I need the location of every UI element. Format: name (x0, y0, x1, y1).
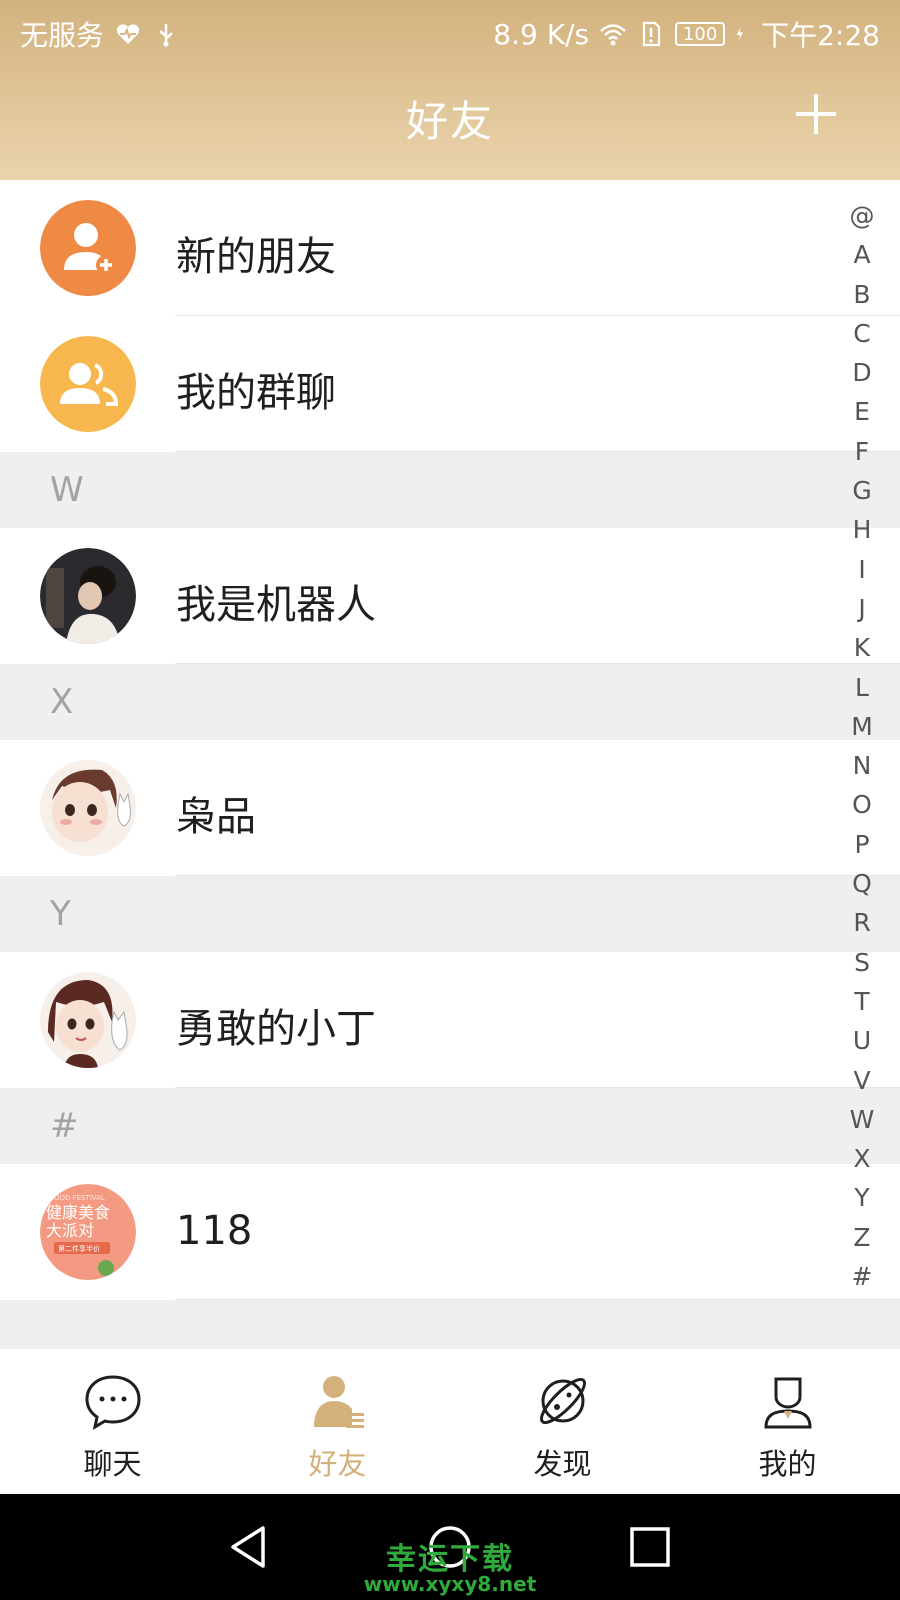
section-header-y: Y (0, 876, 900, 952)
tab-label: 聊天 (83, 1447, 142, 1481)
tab-me[interactable]: 我的 (675, 1349, 900, 1494)
index-letter[interactable]: C (853, 314, 870, 353)
alphabet-index-bar[interactable]: @ A B C D E F G H I J K L M N O P Q R S T U V W X Y Z # (844, 196, 880, 1296)
chat-bubble-icon (84, 1375, 141, 1431)
clock: 下午2:28 (761, 19, 880, 52)
avatar-caption: 第二件享半价 (58, 1244, 100, 1253)
index-letter[interactable]: H (853, 510, 872, 549)
contact-avatar: FOOD FESTIVAL 健康美食 大派对 第二件享半价 (40, 1184, 136, 1280)
carrier-text: 无服务 (20, 19, 105, 52)
index-letter[interactable]: W (850, 1100, 875, 1139)
index-letter[interactable]: U (853, 1021, 871, 1060)
contact-name: 枭品 (176, 794, 256, 840)
heart-icon (116, 24, 140, 44)
wifi-icon (600, 24, 626, 46)
index-letter[interactable]: T (854, 982, 869, 1021)
tab-friends[interactable]: 好友 (225, 1349, 450, 1494)
index-letter[interactable]: J (858, 589, 865, 628)
section-letter: W (50, 470, 84, 510)
battery-indicator: 100 (675, 22, 726, 46)
tab-chat[interactable]: 聊天 (0, 1349, 225, 1494)
status-bar: 无服务 8.9 K/s 100 下午2:28 (0, 0, 900, 64)
index-letter[interactable]: I (858, 550, 865, 589)
index-letter[interactable]: X (853, 1139, 870, 1178)
contact-row[interactable]: 我是机器人 (0, 528, 900, 664)
bottom-tab-bar: 聊天 好友 发现 我的 (0, 1349, 900, 1494)
index-letter[interactable]: R (853, 903, 870, 942)
profile-icon (763, 1377, 812, 1429)
index-letter[interactable]: P (854, 825, 869, 864)
page-title: 好友 (405, 97, 494, 146)
avatar-caption: 大派对 (46, 1221, 94, 1240)
index-letter[interactable]: # (852, 1257, 873, 1296)
tab-label: 发现 (533, 1447, 592, 1481)
index-letter[interactable]: V (853, 1061, 870, 1100)
section-header-x: X (0, 664, 900, 740)
index-letter[interactable]: K (854, 628, 870, 667)
contacts-icon (313, 1376, 364, 1428)
network-speed: 8.9 K/s (493, 17, 590, 51)
add-user-icon (40, 200, 136, 296)
index-letter[interactable]: L (855, 668, 869, 707)
sim-alert-icon (643, 21, 661, 47)
new-friends-row[interactable]: 新的朋友 (0, 180, 900, 316)
index-letter[interactable]: M (851, 707, 873, 746)
group-icon (40, 336, 136, 432)
section-letter: # (50, 1106, 79, 1146)
index-letter[interactable]: D (852, 353, 871, 392)
contact-row[interactable]: FOOD FESTIVAL 健康美食 大派对 第二件享半价 118 (0, 1164, 900, 1300)
add-friend-button[interactable] (794, 92, 838, 136)
contact-row[interactable]: 枭品 (0, 740, 900, 876)
index-letter[interactable]: A (853, 235, 870, 274)
index-letter[interactable]: G (852, 471, 871, 510)
index-letter[interactable]: @ (850, 196, 875, 235)
contact-avatar (40, 972, 136, 1068)
index-letter[interactable]: Y (854, 1178, 869, 1217)
app-header: 无服务 8.9 K/s 100 下午2:28 好友 (0, 0, 900, 180)
section-header-hash: # (0, 1088, 900, 1164)
planet-icon (539, 1378, 586, 1424)
contact-avatar (40, 548, 136, 644)
index-letter[interactable]: N (853, 746, 872, 785)
section-letter: X (50, 682, 74, 722)
index-letter[interactable]: Q (852, 864, 872, 903)
contact-name: 勇敢的小丁 (176, 1006, 376, 1052)
index-letter[interactable]: B (853, 275, 870, 314)
contact-name: 我是机器人 (176, 582, 376, 628)
index-letter[interactable]: F (855, 432, 869, 471)
charging-icon (736, 27, 744, 41)
contact-avatar (40, 760, 136, 856)
index-letter[interactable]: Z (853, 1218, 870, 1257)
tab-label: 我的 (758, 1447, 817, 1481)
section-letter: Y (50, 894, 71, 934)
avatar-caption: FOOD FESTIVAL (50, 1194, 105, 1202)
index-letter[interactable]: O (852, 785, 872, 824)
contact-name: 118 (176, 1208, 253, 1254)
tab-discover[interactable]: 发现 (450, 1349, 675, 1494)
watermark-url: www.xyxy8.net (363, 1572, 537, 1596)
row-label: 新的朋友 (176, 234, 336, 280)
index-letter[interactable]: E (854, 392, 870, 431)
divider (175, 1299, 900, 1300)
contact-row[interactable]: 勇敢的小丁 (0, 952, 900, 1088)
row-label: 我的群聊 (176, 370, 336, 416)
my-groups-row[interactable]: 我的群聊 (0, 316, 900, 452)
index-letter[interactable]: S (854, 943, 870, 982)
tab-label: 好友 (308, 1447, 367, 1481)
avatar-caption: 健康美食 (46, 1203, 110, 1222)
section-header-w: W (0, 452, 900, 528)
contacts-list: 新的朋友 我的群聊 W 我是机器人 X 枭品 Y 勇敢的小丁 # FOOD FE… (0, 180, 900, 1300)
usb-icon (159, 24, 173, 47)
